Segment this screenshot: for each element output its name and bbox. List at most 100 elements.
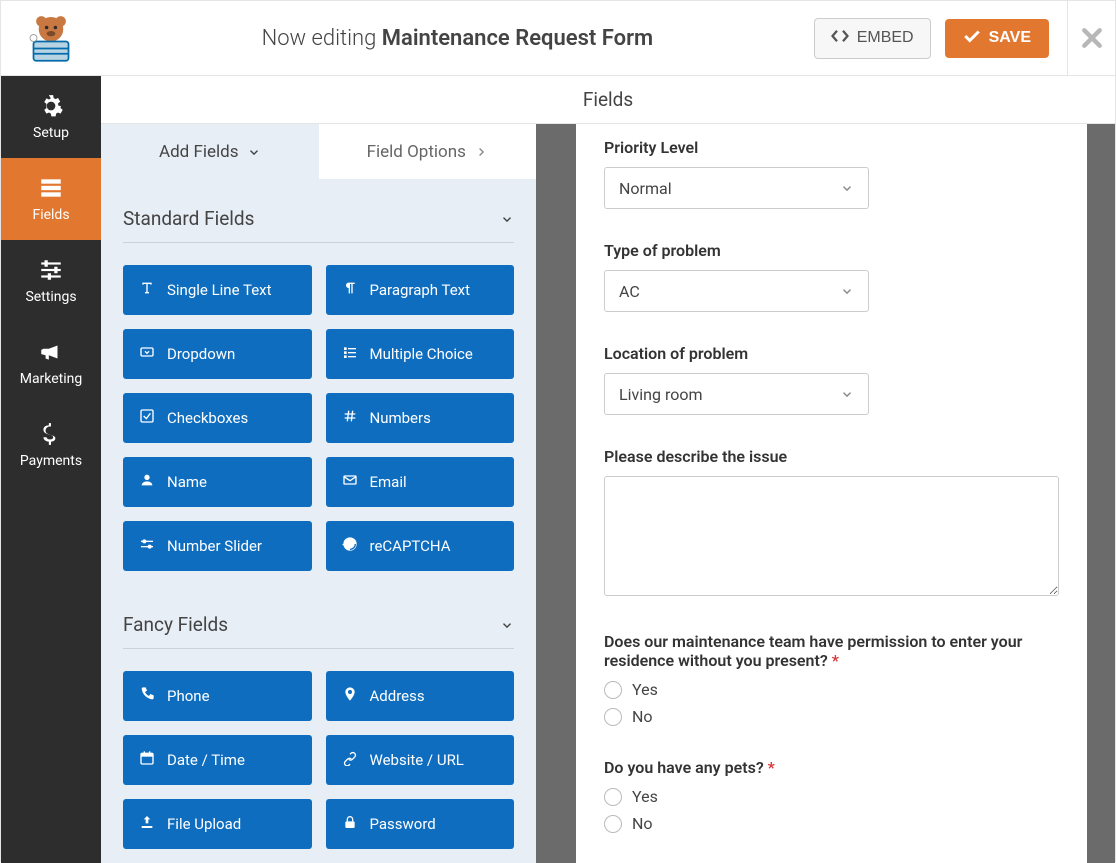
select-location[interactable]: Living room — [604, 373, 869, 415]
radio-icon[interactable] — [604, 788, 622, 806]
embed-button[interactable]: EMBED — [814, 18, 931, 59]
field-button-password[interactable]: Password — [326, 799, 515, 849]
group-header-standard[interactable]: Standard Fields — [123, 179, 514, 243]
mc-icon — [342, 344, 358, 364]
field-location[interactable]: Location of problem Living room — [604, 344, 1059, 415]
field-button-email[interactable]: Email — [326, 457, 515, 507]
field-button-label: reCAPTCHA — [370, 537, 451, 555]
field-button-mc[interactable]: Multiple Choice — [326, 329, 515, 379]
radio-option[interactable]: Yes — [604, 787, 1059, 806]
radio-option[interactable]: Yes — [604, 680, 1059, 699]
group-fancy: Fancy Fields Phone Address Date / Time Webs… — [101, 585, 536, 863]
select-value: AC — [619, 282, 640, 301]
chevron-down-icon — [247, 145, 261, 159]
dropdown-icon — [139, 344, 155, 364]
sliders-icon — [38, 257, 64, 283]
field-permission[interactable]: Does our maintenance team have permissio… — [604, 632, 1059, 726]
radio-icon[interactable] — [604, 681, 622, 699]
nav-setup[interactable]: Setup — [1, 76, 101, 158]
field-button-label: Email — [370, 473, 407, 491]
field-palette: Add Fields Field Options Standard Fields… — [101, 124, 536, 863]
field-button-label: Numbers — [370, 409, 431, 427]
chevron-down-icon — [840, 181, 854, 195]
nav-label: Settings — [25, 289, 76, 305]
field-button-recaptcha[interactable]: reCAPTCHA — [326, 521, 515, 571]
radio-icon[interactable] — [604, 708, 622, 726]
field-button-phone[interactable]: Phone — [123, 671, 312, 721]
chevron-down-icon — [500, 212, 514, 226]
field-describe[interactable]: Please describe the issue — [604, 447, 1059, 600]
field-button-date[interactable]: Date / Time — [123, 735, 312, 785]
main: Setup Fields Settings Marketing Payments… — [1, 76, 1115, 863]
radio-label: No — [632, 814, 653, 833]
field-button-upload[interactable]: File Upload — [123, 799, 312, 849]
field-button-paragraph[interactable]: Paragraph Text — [326, 265, 515, 315]
nav-fields[interactable]: Fields — [1, 158, 101, 240]
nav-label: Setup — [33, 125, 69, 141]
palette-tabs: Add Fields Field Options — [101, 124, 536, 179]
group-title: Fancy Fields — [123, 613, 228, 636]
chevron-right-icon — [474, 145, 488, 159]
textarea-describe[interactable] — [604, 476, 1059, 596]
field-button-label: Address — [370, 687, 425, 705]
topbar: Now editing Maintenance Request Form EMB… — [1, 1, 1115, 76]
tab-label: Field Options — [367, 142, 466, 162]
name-icon — [139, 472, 155, 492]
nav-label: Fields — [32, 207, 69, 223]
field-button-text[interactable]: Single Line Text — [123, 265, 312, 315]
nav-settings[interactable]: Settings — [1, 240, 101, 322]
field-button-label: Website / URL — [370, 751, 464, 769]
form-preview: Priority Level Normal Type of problem AC — [576, 124, 1087, 863]
chevron-down-icon — [500, 618, 514, 632]
close-button[interactable] — [1067, 1, 1115, 76]
columns-wrap: Fields Add Fields Field Options St — [101, 76, 1115, 863]
tab-field-options[interactable]: Field Options — [319, 124, 537, 179]
field-button-url[interactable]: Website / URL — [326, 735, 515, 785]
field-button-address[interactable]: Address — [326, 671, 515, 721]
field-pets[interactable]: Do you have any pets? * Yes No — [604, 758, 1059, 833]
field-type[interactable]: Type of problem AC — [604, 241, 1059, 312]
field-label: Please describe the issue — [604, 447, 1059, 466]
save-button[interactable]: SAVE — [945, 19, 1049, 58]
recaptcha-icon — [342, 536, 358, 556]
password-icon — [342, 814, 358, 834]
field-label: Does our maintenance team have permissio… — [604, 632, 1059, 670]
radio-label: Yes — [632, 787, 658, 806]
field-button-slider[interactable]: Number Slider — [123, 521, 312, 571]
form-icon — [38, 175, 64, 201]
field-button-dropdown[interactable]: Dropdown — [123, 329, 312, 379]
field-button-label: Single Line Text — [167, 281, 272, 299]
nav-label: Payments — [20, 453, 82, 469]
tab-add-fields[interactable]: Add Fields — [101, 124, 319, 179]
nav-marketing[interactable]: Marketing — [1, 322, 101, 404]
group-standard: Standard Fields Single Line Text Paragrap… — [101, 179, 536, 585]
radio-option[interactable]: No — [604, 707, 1059, 726]
url-icon — [342, 750, 358, 770]
nav-payments[interactable]: Payments — [1, 404, 101, 486]
field-button-check[interactable]: Checkboxes — [123, 393, 312, 443]
chevron-down-icon — [840, 387, 854, 401]
field-priority[interactable]: Priority Level Normal — [604, 138, 1059, 209]
radio-icon[interactable] — [604, 815, 622, 833]
field-button-name[interactable]: Name — [123, 457, 312, 507]
select-value: Normal — [619, 179, 672, 198]
radio-option[interactable]: No — [604, 814, 1059, 833]
topbar-actions: EMBED SAVE — [814, 1, 1067, 75]
paragraph-icon — [342, 280, 358, 300]
check-icon — [963, 29, 981, 48]
field-label: Type of problem — [604, 241, 1059, 260]
field-button-label: Date / Time — [167, 751, 245, 769]
select-type[interactable]: AC — [604, 270, 869, 312]
field-label: Priority Level — [604, 138, 1059, 157]
select-priority[interactable]: Normal — [604, 167, 869, 209]
editing-prefix: Now editing — [262, 26, 377, 51]
date-icon — [139, 750, 155, 770]
field-button-label: Password — [370, 815, 436, 833]
group-header-fancy[interactable]: Fancy Fields — [123, 585, 514, 649]
app-logo[interactable] — [1, 1, 101, 76]
radio-label: Yes — [632, 680, 658, 699]
bullhorn-icon — [38, 339, 64, 365]
field-button-numbers[interactable]: Numbers — [326, 393, 515, 443]
embed-label: EMBED — [857, 29, 914, 47]
dollar-icon — [38, 421, 64, 447]
